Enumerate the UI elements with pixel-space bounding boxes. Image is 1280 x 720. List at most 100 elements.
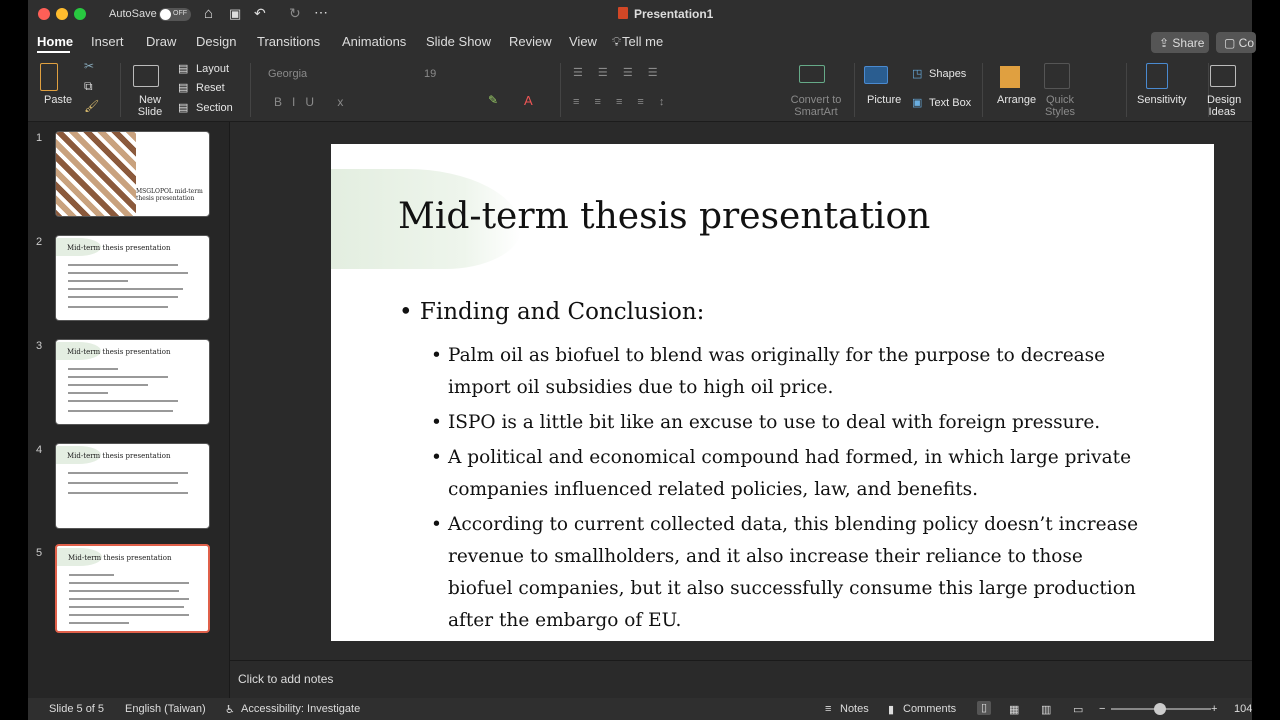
smartart-icon bbox=[799, 65, 825, 83]
reading-view-button[interactable]: ▥ bbox=[1041, 703, 1051, 716]
arrange-button[interactable]: Arrange bbox=[997, 94, 1036, 106]
font-size-select[interactable]: 19 bbox=[424, 68, 436, 80]
language-status[interactable]: English (Taiwan) bbox=[125, 703, 206, 715]
share-icon: ⇪ bbox=[1159, 36, 1173, 50]
format-painter-icon[interactable]: 🖌︎ bbox=[84, 99, 99, 113]
zoom-out-button[interactable]: − bbox=[1099, 703, 1105, 715]
slide-heading-bullet[interactable]: • Finding and Conclusion: bbox=[399, 299, 704, 325]
notes-toggle[interactable]: Notes bbox=[840, 703, 869, 715]
new-slide-icon bbox=[133, 65, 159, 87]
save-icon[interactable]: ▣ bbox=[229, 6, 241, 22]
cut-icon[interactable]: ✂ bbox=[84, 59, 94, 73]
paste-icon bbox=[40, 63, 58, 91]
design-ideas-icon bbox=[1210, 65, 1236, 87]
lightbulb-icon: 💡︎ bbox=[612, 34, 622, 49]
font-name-select[interactable]: Georgia bbox=[268, 68, 307, 80]
status-bar: Slide 5 of 5 English (Taiwan) ♿︎ Accessi… bbox=[28, 698, 1252, 720]
slide-thumbnail-3[interactable]: Mid-term thesis presentation bbox=[55, 339, 210, 425]
comment-icon: ▢ bbox=[1224, 36, 1239, 50]
list-buttons[interactable]: ☰ ☰ ☰ ☰ bbox=[573, 67, 664, 79]
tab-home[interactable]: Home bbox=[37, 34, 73, 49]
autosave-toggle[interactable]: OFF bbox=[159, 8, 191, 21]
comments-icon: ▮ bbox=[888, 704, 895, 716]
slide-thumbnail-2[interactable]: Mid-term thesis presentation bbox=[55, 235, 210, 321]
minimize-window-button[interactable] bbox=[56, 8, 68, 20]
text-box-button[interactable]: Text Box bbox=[929, 97, 971, 109]
sensitivity-button[interactable]: Sensitivity bbox=[1137, 94, 1187, 106]
ribbon-tabs: Home Insert Draw Design Transitions Anim… bbox=[28, 28, 1256, 55]
copy-icon[interactable]: ⧉ bbox=[84, 79, 93, 94]
slideshow-button[interactable]: ▭ bbox=[1073, 703, 1083, 716]
tell-me-search[interactable]: Tell me bbox=[622, 34, 663, 49]
tab-slide-show[interactable]: Slide Show bbox=[426, 34, 491, 49]
zoom-window-button[interactable] bbox=[74, 8, 86, 20]
slide-bullet: • A political and economical compound had… bbox=[431, 447, 1132, 500]
picture-button[interactable]: Picture bbox=[867, 94, 901, 106]
powerpoint-icon bbox=[618, 7, 628, 19]
tab-insert[interactable]: Insert bbox=[91, 34, 124, 49]
sensitivity-icon bbox=[1146, 63, 1168, 89]
picture-icon bbox=[864, 66, 888, 84]
tab-review[interactable]: Review bbox=[509, 34, 552, 49]
zoom-slider-thumb[interactable] bbox=[1154, 703, 1166, 715]
design-ideas-button[interactable]: Design Ideas bbox=[1207, 94, 1241, 118]
slide-thumbnails-pane[interactable]: 1 MSGLOPOL mid-term thesis presentation … bbox=[28, 122, 230, 698]
undo-icon[interactable]: ↶ bbox=[254, 5, 266, 22]
accessibility-status[interactable]: Accessibility: Investigate bbox=[241, 703, 360, 715]
tab-view[interactable]: View bbox=[569, 34, 597, 49]
quick-styles-icon bbox=[1044, 63, 1070, 89]
redo-icon[interactable]: ↻ bbox=[289, 5, 301, 22]
shapes-icon: ◳ bbox=[912, 68, 923, 80]
notes-pane[interactable]: Click to add notes bbox=[230, 660, 1252, 697]
slide-thumbnail-4[interactable]: Mid-term thesis presentation bbox=[55, 443, 210, 529]
tab-draw[interactable]: Draw bbox=[146, 34, 176, 49]
convert-smartart-button[interactable]: Convert to SmartArt bbox=[788, 94, 844, 118]
reset-icon: ▤ bbox=[178, 82, 189, 94]
ribbon: Paste ✂ ⧉ 🖌︎ New Slide ▤ Layout ▤ Reset ▤ S… bbox=[28, 55, 1252, 122]
slide-counter: Slide 5 of 5 bbox=[49, 703, 105, 715]
reset-button[interactable]: Reset bbox=[196, 82, 225, 94]
home-icon[interactable]: ⌂ bbox=[204, 5, 213, 22]
layout-button[interactable]: Layout bbox=[196, 63, 229, 75]
highlight-icon[interactable]: ✎ bbox=[488, 93, 498, 107]
comments-button[interactable]: ▢ Co bbox=[1216, 32, 1256, 53]
zoom-in-button[interactable]: + bbox=[1211, 703, 1217, 715]
slide-bullet: • Palm oil as biofuel to blend was origin… bbox=[431, 345, 1106, 398]
text-box-icon: ▣ bbox=[912, 97, 923, 109]
arrange-icon bbox=[1000, 66, 1020, 88]
notes-placeholder[interactable]: Click to add notes bbox=[238, 672, 333, 686]
slide-bullet-list[interactable]: • Palm oil as biofuel to blend was origin… bbox=[431, 340, 1151, 637]
paste-button[interactable]: Paste bbox=[44, 94, 72, 106]
slide-thumbnail-1[interactable]: MSGLOPOL mid-term thesis presentation bbox=[55, 131, 210, 217]
slide-bullet: • ISPO is a little bit like an excuse to … bbox=[431, 412, 1101, 433]
font-color-icon[interactable]: A bbox=[524, 93, 533, 108]
slide-bullet: • According to current collected data, th… bbox=[431, 514, 1139, 631]
pattern-image bbox=[56, 132, 136, 216]
share-button[interactable]: ⇪ Share bbox=[1151, 32, 1209, 53]
new-slide-button[interactable]: New Slide bbox=[135, 94, 165, 118]
quick-styles-button[interactable]: Quick Styles bbox=[1045, 94, 1075, 118]
comments-toggle[interactable]: Comments bbox=[903, 703, 956, 715]
autosave-label: AutoSave bbox=[109, 8, 157, 20]
slide-title[interactable]: Mid-term thesis presentation bbox=[398, 196, 930, 237]
document-title[interactable]: Presentation1 bbox=[634, 7, 713, 21]
more-icon[interactable]: ⋯ bbox=[314, 4, 328, 21]
font-format-buttons[interactable]: BIU x bbox=[274, 96, 353, 108]
accessibility-icon: ♿︎ bbox=[225, 704, 235, 716]
shapes-button[interactable]: Shapes bbox=[929, 68, 966, 80]
align-buttons[interactable]: ≡ ≡ ≡ ≡ ↕ bbox=[573, 96, 670, 108]
section-button[interactable]: Section bbox=[196, 102, 233, 114]
zoom-level[interactable]: 104 bbox=[1234, 703, 1252, 715]
tab-animations[interactable]: Animations bbox=[342, 34, 406, 49]
tab-transitions[interactable]: Transitions bbox=[257, 34, 320, 49]
section-icon: ▤ bbox=[178, 102, 189, 114]
slide-thumbnail-5-selected[interactable]: Mid-term thesis presentation bbox=[55, 544, 210, 633]
normal-view-button[interactable]: ▯ bbox=[977, 701, 991, 715]
title-bar: AutoSave OFF ⌂ ▣ ↶ ↻ ⋯ Presentation1 bbox=[28, 0, 1252, 28]
slide-sorter-button[interactable]: ▦ bbox=[1009, 703, 1019, 716]
slide-canvas[interactable]: Mid-term thesis presentation • Finding a… bbox=[331, 144, 1214, 641]
notes-icon: ≡ bbox=[825, 703, 832, 715]
tab-design[interactable]: Design bbox=[196, 34, 236, 49]
close-window-button[interactable] bbox=[38, 8, 50, 20]
layout-icon: ▤ bbox=[178, 63, 189, 75]
